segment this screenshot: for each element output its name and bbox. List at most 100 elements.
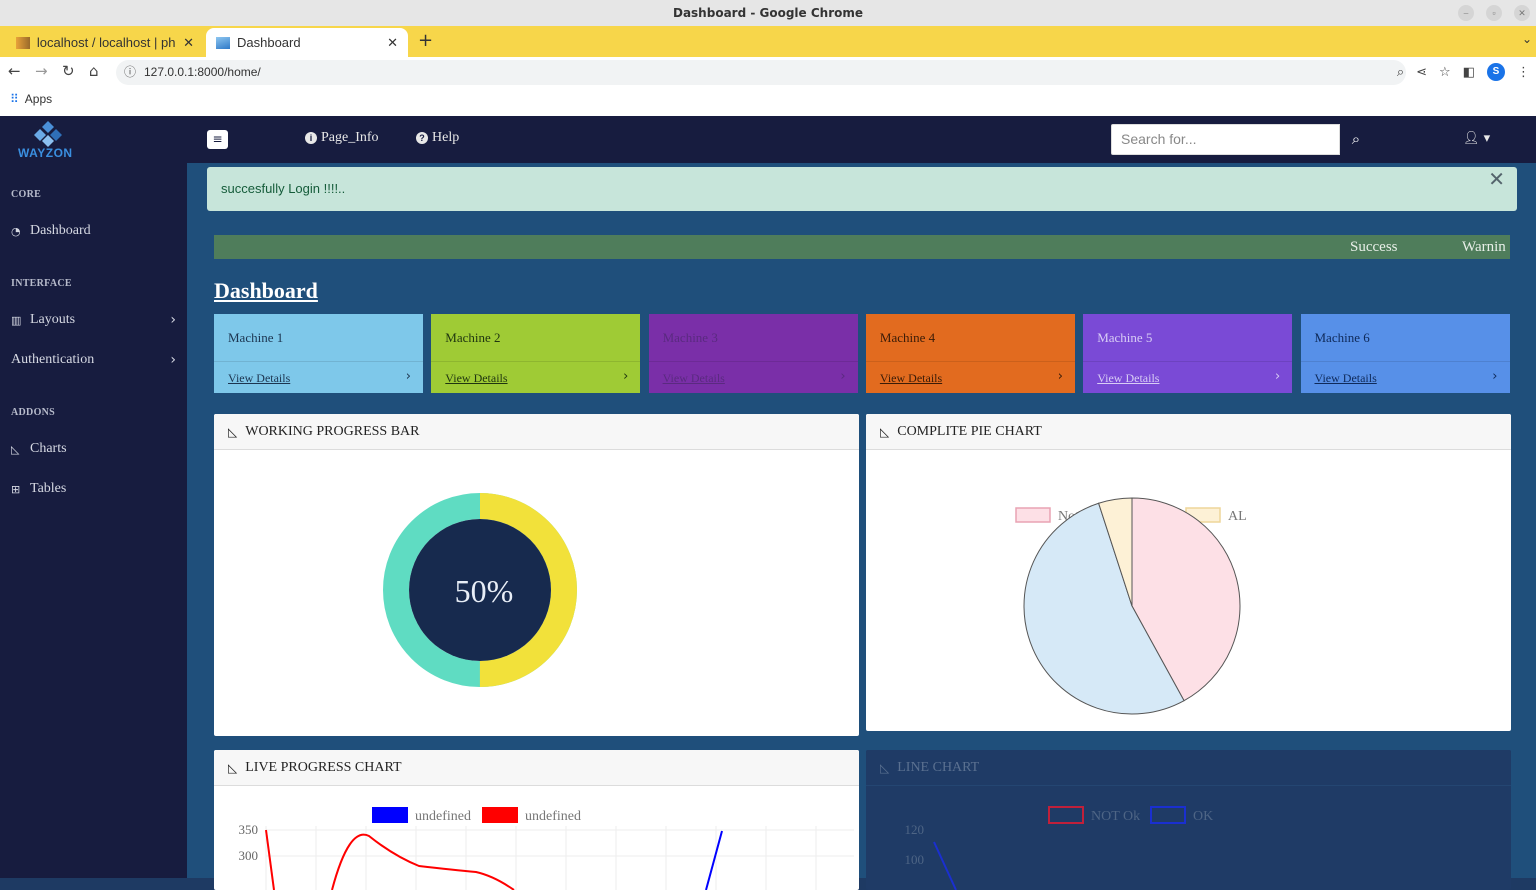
- machine-card[interactable]: Machine 3 View Details ›: [648, 314, 858, 393]
- share-icon[interactable]: ⋖: [1416, 65, 1427, 80]
- zoom-icon[interactable]: ⌕: [1397, 65, 1404, 80]
- search-icon: ⌕: [1351, 130, 1361, 148]
- progress-value: 50%: [455, 573, 514, 609]
- minimize-icon[interactable]: –: [1458, 5, 1474, 21]
- close-window-icon[interactable]: ✕: [1514, 5, 1530, 21]
- live-progress-panel: ◺ LIVE PROGRESS CHART undefined undefined…: [214, 750, 859, 890]
- machine-name: Machine 5: [1097, 330, 1153, 345]
- view-details-link[interactable]: View Details: [228, 371, 290, 386]
- search-button[interactable]: ⌕: [1340, 124, 1372, 155]
- view-details-link[interactable]: View Details: [663, 371, 725, 386]
- search-input[interactable]: Search for...: [1111, 124, 1340, 155]
- legend-swatch[interactable]: [1048, 806, 1084, 824]
- series-line: [331, 833, 515, 890]
- pie-chart: Not OKOKAL: [1015, 497, 1247, 715]
- new-tab-icon[interactable]: +: [418, 30, 433, 51]
- legend-swatch[interactable]: [1150, 806, 1186, 824]
- machine-card[interactable]: Machine 1 View Details ›: [214, 314, 423, 393]
- panel-title: WORKING PROGRESS BAR: [245, 423, 420, 439]
- tab-dashboard[interactable]: Dashboard ✕: [206, 28, 408, 57]
- machine-card[interactable]: Machine 2 View Details ›: [431, 314, 641, 393]
- user-icon: 👤︎: [1463, 131, 1480, 146]
- address-bar[interactable]: ⓘ 127.0.0.1:8000/home/: [116, 60, 1406, 85]
- sidebar-heading-core: CORE: [11, 189, 42, 200]
- tab-label: Dashboard: [237, 35, 301, 50]
- chevron-right-icon[interactable]: ›: [1492, 369, 1497, 384]
- nav-help[interactable]: ? Help: [416, 130, 459, 146]
- chevron-right-icon: ›: [170, 352, 176, 368]
- chevron-right-icon[interactable]: ›: [406, 369, 411, 384]
- forward-icon[interactable]: →: [35, 62, 48, 80]
- close-tab-icon[interactable]: ✕: [183, 35, 194, 51]
- sidebar-item-dashboard[interactable]: ◔ Dashboard: [11, 223, 176, 239]
- url-text: 127.0.0.1:8000/home/: [144, 65, 261, 79]
- window-title: Dashboard - Google Chrome: [0, 0, 1536, 26]
- close-alert-icon[interactable]: ✕: [1488, 167, 1505, 191]
- chevron-right-icon[interactable]: ›: [1058, 369, 1063, 384]
- site-info-icon[interactable]: ⓘ: [124, 60, 136, 85]
- view-details-link[interactable]: View Details: [1097, 371, 1159, 386]
- phpmyadmin-favicon-icon: [16, 36, 30, 49]
- panel-header: ◺ WORKING PROGRESS BAR: [214, 414, 859, 450]
- maximize-icon[interactable]: ▫: [1486, 5, 1502, 21]
- close-tab-icon[interactable]: ✕: [387, 35, 398, 51]
- chevron-right-icon[interactable]: ›: [623, 369, 628, 384]
- machine-name: Machine 4: [879, 330, 936, 345]
- machine-card[interactable]: Machine 6 View Details ›: [1300, 314, 1510, 393]
- sidebar-toggle-button[interactable]: ≡: [207, 130, 228, 149]
- series-line: [705, 830, 723, 890]
- view-details-link[interactable]: View Details: [445, 371, 507, 386]
- legend-label: undefined: [525, 809, 581, 824]
- tab-phpmyadmin[interactable]: localhost / localhost | php ✕: [6, 28, 204, 57]
- bookmark-star-icon[interactable]: ☆: [1439, 65, 1451, 80]
- nav-page-info[interactable]: i Page_Info: [305, 130, 379, 146]
- profile-avatar[interactable]: S: [1487, 63, 1505, 81]
- chevron-right-icon[interactable]: ›: [840, 369, 845, 384]
- legend-swatch[interactable]: [372, 807, 408, 823]
- view-details-link[interactable]: View Details: [1315, 371, 1377, 386]
- legend-label: OK: [1193, 809, 1213, 824]
- legend-swatch[interactable]: [1015, 507, 1051, 523]
- machine-card[interactable]: Machine 4 View Details ›: [865, 314, 1075, 393]
- sidebar-item-authentication[interactable]: Authentication ›: [11, 352, 176, 368]
- machine-card-footer: View Details ›: [214, 361, 423, 393]
- home-icon[interactable]: ⌂: [89, 62, 99, 80]
- app-topbar: WAYZON ≡ i Page_Info ? Help Search for..…: [0, 116, 1536, 163]
- legend-swatch[interactable]: [482, 807, 518, 823]
- sidebar-item-tables[interactable]: ⊞ Tables: [11, 481, 176, 497]
- tab-search-chevron-icon[interactable]: ⌄: [1522, 32, 1532, 46]
- reload-icon[interactable]: ↻: [62, 62, 75, 80]
- chevron-right-icon: ›: [170, 312, 176, 328]
- chart-area-icon: ◺: [880, 424, 890, 439]
- pie-chart-panel: ◺ COMPLITE PIE CHART Not OKOKAL: [866, 414, 1511, 731]
- sidebar-heading-interface: INTERFACE: [11, 278, 72, 289]
- sidebar-item-charts[interactable]: ◺ Charts: [11, 441, 176, 457]
- machine-card-footer: View Details ›: [1300, 361, 1510, 393]
- chrome-menu-icon[interactable]: ⋮: [1517, 65, 1530, 80]
- table-icon: ⊞: [11, 482, 21, 496]
- back-icon[interactable]: ←: [8, 62, 21, 80]
- y-tick-label: 100: [905, 852, 925, 867]
- apps-grid-icon[interactable]: ⠿: [10, 92, 19, 106]
- logo-text: WAYZON: [18, 146, 73, 160]
- chart-area-icon: ◺: [11, 442, 20, 456]
- tab-label: localhost / localhost | php: [36, 35, 177, 50]
- alert-message: succesfully Login !!!!..: [221, 181, 346, 196]
- sidebar-item-label: Charts: [30, 441, 67, 456]
- side-panel-icon[interactable]: ◧: [1463, 65, 1475, 80]
- view-details-link[interactable]: View Details: [880, 371, 942, 386]
- sidebar-item-layouts[interactable]: ▥ Layouts ›: [11, 312, 176, 328]
- panel-title: LIVE PROGRESS CHART: [245, 759, 402, 775]
- caret-down-icon: ▾: [1483, 131, 1491, 146]
- sidebar: CORE ◔ Dashboard INTERFACE ▥ Layouts › A…: [0, 163, 187, 878]
- panel-title: LINE CHART: [897, 759, 980, 775]
- chevron-right-icon[interactable]: ›: [1275, 369, 1280, 384]
- dashboard-favicon-icon: [216, 36, 230, 49]
- legend-label: AL: [1228, 509, 1247, 524]
- status-marquee: Success Warnin: [214, 235, 1510, 259]
- apps-bookmark[interactable]: Apps: [25, 92, 52, 106]
- machine-card[interactable]: Machine 5 View Details ›: [1083, 314, 1293, 393]
- machine-name: Machine 3: [662, 330, 718, 345]
- main-content: succesfully Login !!!!.. ✕ Success Warni…: [187, 163, 1536, 890]
- user-dropdown[interactable]: 👤︎ ▾: [1463, 131, 1490, 146]
